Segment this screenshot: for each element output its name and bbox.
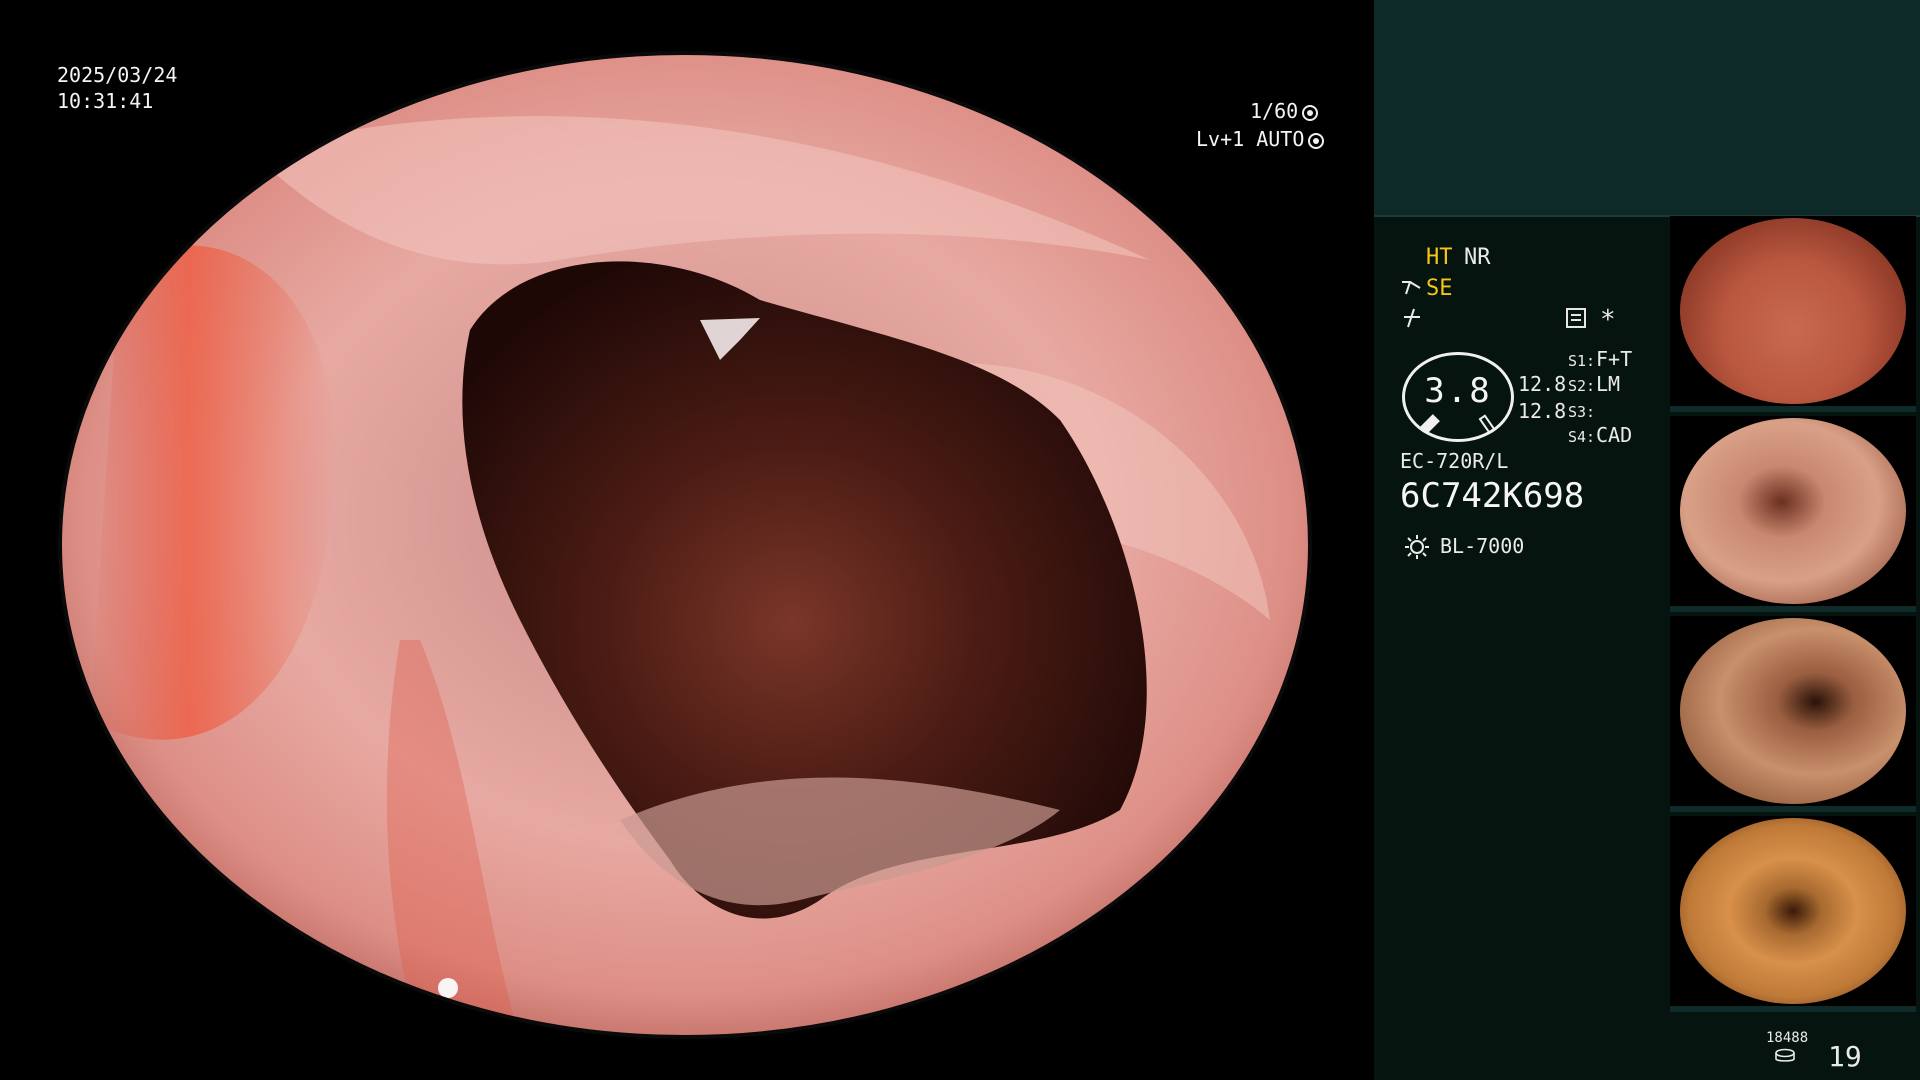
thumbnail-image [1680,618,1906,804]
star-indicator: * [1600,305,1616,335]
setting-s2-label: S2: [1568,377,1596,395]
setting-s4-value: CAD [1596,423,1633,447]
endoscope-view: 2025/03/24 10:31:41 1/60 Lv+1 AUTO [0,0,1374,1080]
readout-value-2: 12.8 [1518,399,1567,423]
thumbnail-image [1680,218,1906,404]
gauge-value: 3.8 [1424,371,1492,411]
se-mode-icon [1402,281,1421,295]
readout-value-1: 12.8 [1518,372,1567,396]
structure-icon [1404,308,1420,328]
iris-level-label: Lv+1 AUTO [1196,127,1305,151]
time-readout: 10:31:41 [57,89,154,113]
setting-s3-label: S3: [1568,403,1596,421]
info-panel: HT NR SE * 3.8 12.8 12.8 S1: F+T S2: LM … [1374,0,1920,1080]
date-readout: 2025/03/24 [57,63,178,87]
storage-icon [1775,1048,1795,1062]
menu-icon [1566,308,1586,328]
setting-s4-label: S4: [1568,428,1596,446]
captured-image-thumbnail[interactable] [1670,616,1916,812]
ht-indicator: HT [1426,245,1453,270]
auto-iris-icon [1308,133,1325,149]
endoscope-image [58,51,1312,1039]
captured-image-thumbnail[interactable] [1670,416,1916,612]
shutter-readout: 1/60 [1250,98,1319,124]
thumbnail-image [1680,818,1906,1004]
magnification-gauge: 3.8 [1402,352,1514,442]
setting-s2-value: LM [1596,372,1621,396]
setting-s1-value: F+T [1596,347,1633,371]
setting-s1-label: S1: [1568,352,1596,370]
iris-level-readout: Lv+1 AUTO [1196,126,1325,152]
gauge-right-marker-icon [1478,414,1496,434]
se-indicator: SE [1426,276,1453,301]
shutter-label: 1/60 [1250,99,1299,123]
scope-model: EC-720R/L [1400,449,1509,473]
scope-serial: 6C742K698 [1400,476,1585,516]
storage-count: 18488 [1766,1030,1809,1046]
nr-indicator: NR [1464,245,1491,270]
shutter-icon [1302,105,1319,121]
panel-header-area [1374,0,1920,217]
image-count: 19 [1828,1040,1862,1073]
captured-image-thumbnail[interactable] [1670,816,1916,1012]
light-source-icon [1405,535,1429,559]
gauge-left-marker-icon [1420,414,1440,434]
light-source-label: BL-7000 [1440,534,1525,558]
thumbnail-image [1680,418,1906,604]
captured-image-thumbnail[interactable] [1670,216,1916,412]
